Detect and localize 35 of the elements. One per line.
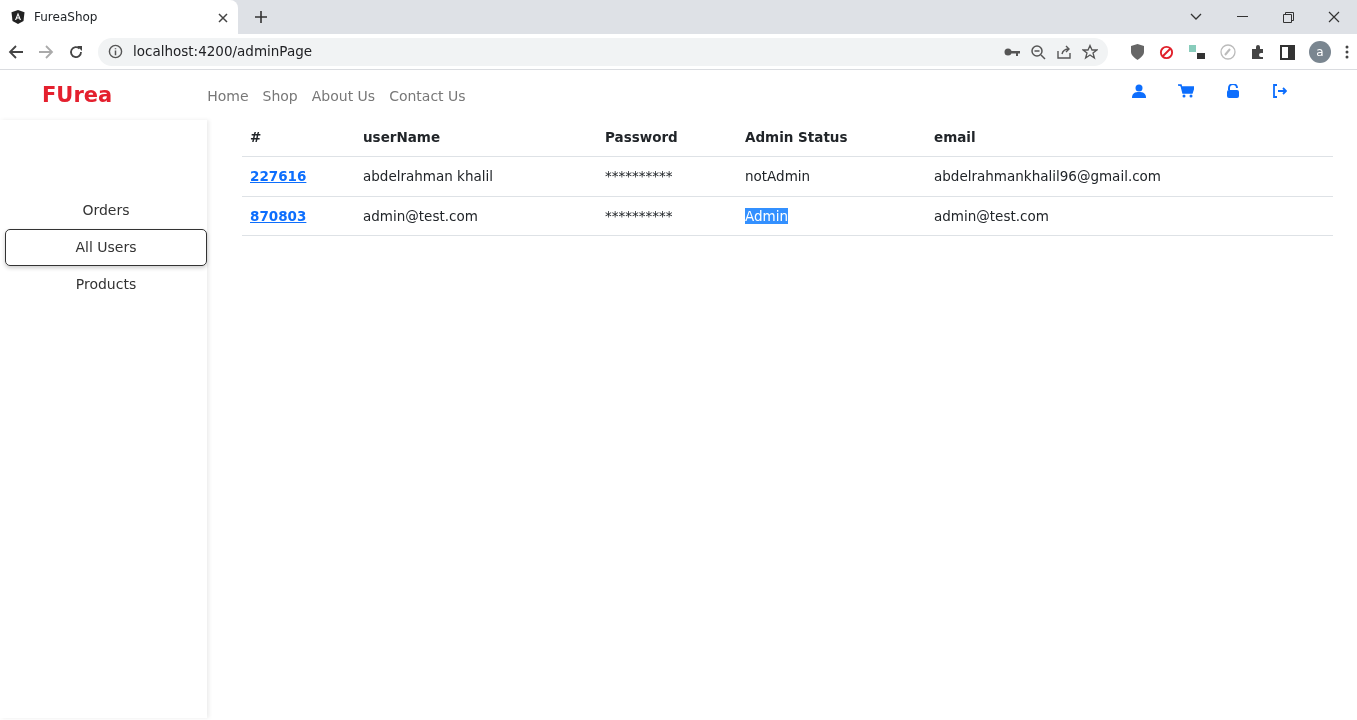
table-cell: abdelrahman khalil: [355, 156, 597, 196]
address-bar[interactable]: localhost:4200/adminPage: [98, 37, 1108, 66]
nav-link[interactable]: Home: [207, 85, 249, 107]
shield-icon[interactable]: [1130, 41, 1145, 62]
info-icon: [108, 44, 123, 59]
nav-link[interactable]: Contact Us: [389, 85, 466, 107]
column-header: Password: [597, 118, 737, 157]
column-header: userName: [355, 118, 597, 157]
nav-link[interactable]: About Us: [311, 85, 376, 107]
user-id-link[interactable]: 227616: [250, 168, 307, 185]
table-cell: **********: [597, 156, 737, 196]
nav-link[interactable]: Shop: [262, 85, 298, 107]
column-header: #: [242, 118, 355, 157]
column-header: email: [926, 118, 1333, 157]
table-cell: **********: [597, 196, 737, 236]
share-icon[interactable]: [1056, 43, 1072, 60]
admin-status-text: Admin: [745, 207, 789, 224]
table-cell: abdelrahmankhalil96@gmail.com: [926, 156, 1333, 196]
star-icon[interactable]: [1082, 43, 1098, 60]
sidebar-item[interactable]: Products: [5, 266, 207, 303]
profile-avatar[interactable]: a: [1309, 40, 1331, 63]
key-icon[interactable]: [1004, 46, 1020, 57]
angular-shield-icon: [10, 9, 26, 25]
sidebar-item[interactable]: Orders: [5, 192, 207, 229]
admin-status-text: notAdmin: [745, 168, 811, 185]
sidebar-item[interactable]: All Users: [5, 229, 207, 266]
user-id-link[interactable]: 870803: [250, 207, 307, 224]
column-header: Admin Status: [737, 118, 926, 157]
browser-tab[interactable]: FureaShop: [0, 0, 238, 34]
url-text: localhost:4200/adminPage: [133, 42, 314, 62]
table-cell: admin@test.com: [926, 196, 1333, 236]
brand-logo[interactable]: FUrea: [42, 83, 113, 108]
table-cell: admin@test.com: [355, 196, 597, 236]
tab-title: FureaShop: [34, 9, 99, 26]
zoom-out-icon[interactable]: [1030, 43, 1046, 60]
